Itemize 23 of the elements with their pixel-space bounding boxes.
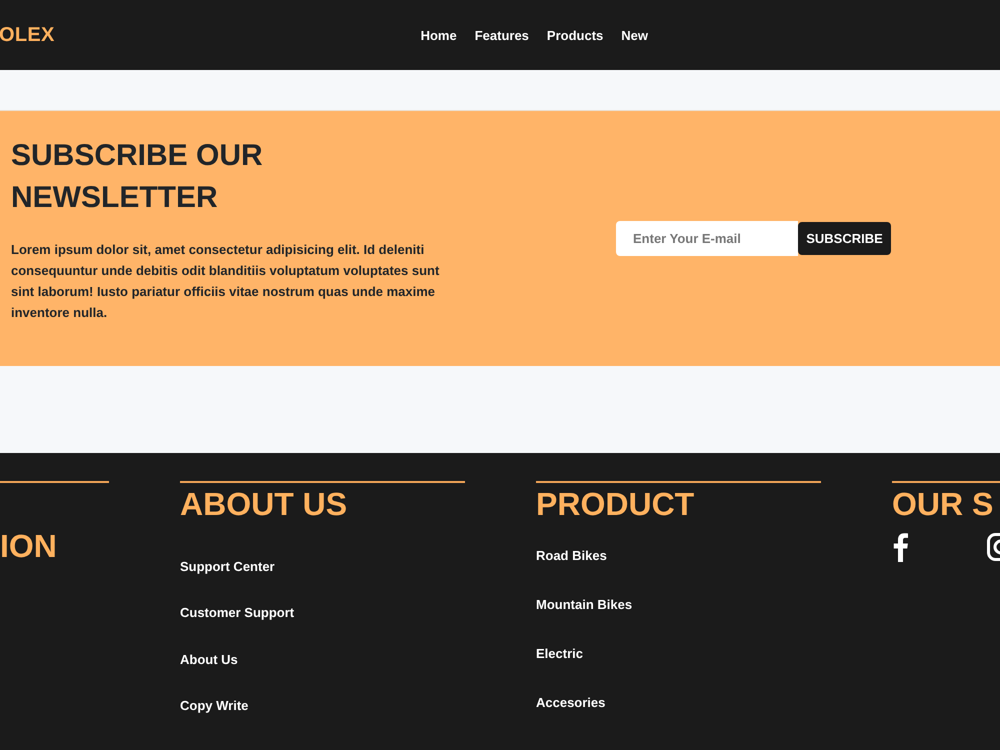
email-field[interactable]: Enter Your E-mail (616, 221, 798, 256)
subscribe-button[interactable]: SUBSCRIBE (798, 222, 891, 255)
footer-link[interactable]: Electric (536, 644, 583, 662)
footer-link[interactable]: Road Bikes (536, 546, 607, 564)
footer-link[interactable]: About Us (180, 650, 238, 668)
facebook-icon[interactable] (892, 532, 909, 562)
footer-link[interactable]: Copy Write (180, 696, 248, 714)
newsletter-description: Lorem ipsum dolor sit, amet consectetur adipisicing elit. Id deleniti consequuntur unde debitis odit blanditiis voluptatum voluptates sunt sint laborum! Iusto pariatur officiis vitae nostrum quas unde maxime inventore nulla. (11, 241, 440, 322)
footer-heading: ION (0, 527, 58, 566)
footer-heading: ABOUT US (180, 485, 348, 524)
nav-link[interactable]: Products (546, 26, 604, 44)
footer-link[interactable]: Accesories (536, 694, 606, 710)
site-logo[interactable]: OLEX (0, 23, 55, 47)
nav-link[interactable]: New (621, 26, 648, 44)
footer-link[interactable]: Support Center (180, 558, 275, 575)
newsletter-title: SUBSCRIBE OUR NEWSLETTER (11, 138, 264, 216)
footer-link[interactable]: Mountain Bikes (536, 596, 632, 612)
footer-heading: OUR S (892, 485, 994, 524)
footer-link[interactable]: Customer Support (180, 604, 294, 622)
nav-link[interactable]: Features (474, 26, 529, 44)
nav-link[interactable]: Home (420, 26, 457, 44)
instagram-icon[interactable] (987, 533, 1000, 561)
footer-heading: PRODUCT (536, 485, 696, 524)
